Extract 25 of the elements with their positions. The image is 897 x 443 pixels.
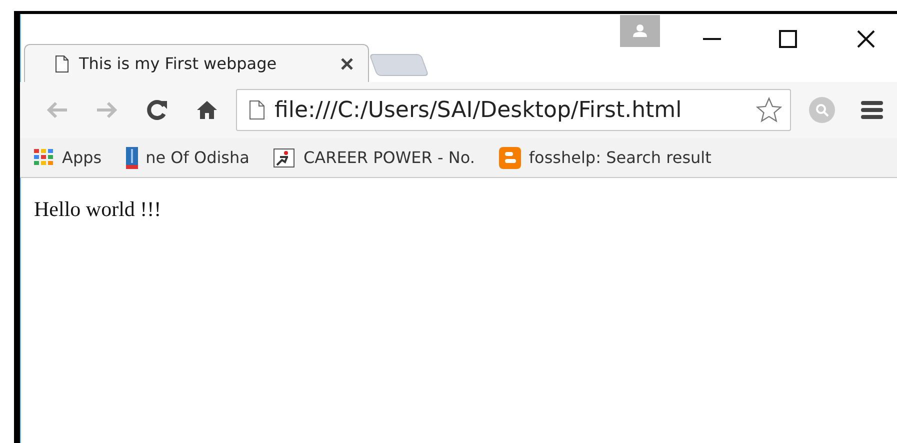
- bookmark[interactable]: fosshelp: Search result: [498, 146, 712, 170]
- tab-close-icon[interactable]: [340, 56, 354, 70]
- star-icon[interactable]: [754, 96, 784, 124]
- forward-arrow-icon: [96, 101, 118, 119]
- building-icon: [126, 146, 138, 168]
- bookmark[interactable]: CAREER POWER - No.: [273, 146, 475, 170]
- blogger-icon: [498, 146, 521, 168]
- page-icon: [55, 54, 69, 72]
- browser-tab[interactable]: This is my First webpage: [24, 44, 369, 82]
- runner-icon: [273, 148, 296, 168]
- maximize-icon: [779, 30, 797, 48]
- home-icon: [196, 100, 218, 120]
- address-bar[interactable]: file:///C:/Users/SAI/Desktop/First.html: [236, 89, 792, 131]
- page-text: Hello world !!!: [34, 196, 162, 223]
- bookmark[interactable]: ne Of Odisha: [126, 146, 250, 170]
- back-arrow-icon: [46, 101, 68, 119]
- apps-grid-icon: [34, 148, 54, 166]
- person-icon: [632, 24, 648, 38]
- menu-icon: [861, 100, 884, 120]
- bookmark[interactable]: Apps: [34, 146, 102, 170]
- minimize-icon: [703, 38, 721, 40]
- search-icon: [808, 96, 836, 124]
- page-icon: [248, 100, 264, 120]
- close-icon: [857, 30, 875, 48]
- reload-icon: [146, 99, 168, 121]
